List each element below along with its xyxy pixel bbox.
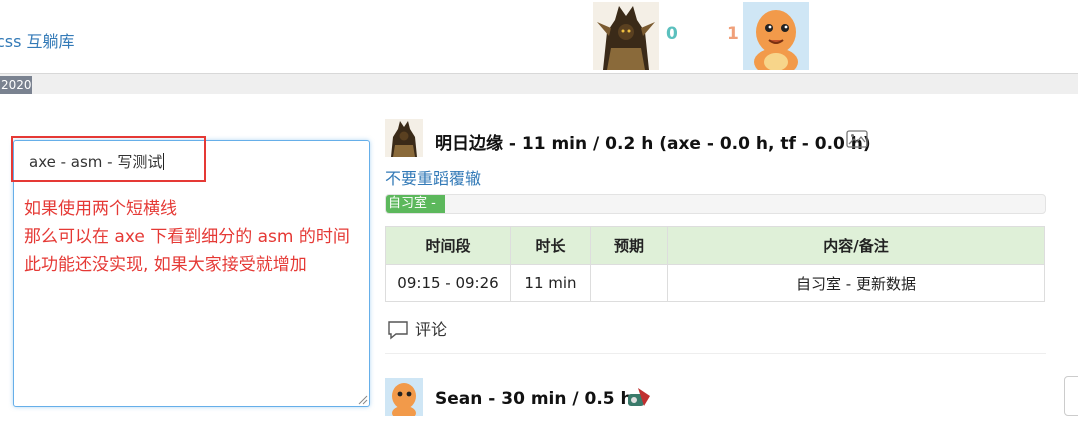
cell-period: 09:15 - 09:26 bbox=[385, 264, 511, 302]
entry-goal-link[interactable]: 不要重蹈覆辙 bbox=[385, 165, 481, 189]
cell-duration: 11 min bbox=[510, 264, 591, 302]
side-button[interactable] bbox=[1064, 376, 1078, 416]
progress-bar: 自习室 - bbox=[385, 194, 1046, 214]
team-left-avatar[interactable] bbox=[593, 2, 659, 70]
entry-avatar[interactable] bbox=[385, 119, 423, 157]
entry-title: 明日边缘 - 11 min / 0.2 h (axe - 0.0 h, tf -… bbox=[435, 134, 871, 154]
col-header-duration: 时长 bbox=[510, 226, 591, 265]
annotation-line-2: 那么可以在 axe 下看到细分的 asm 的时间 bbox=[24, 227, 350, 247]
resize-handle-icon[interactable] bbox=[356, 393, 368, 405]
annotation-line-3: 此功能还没实现, 如果大家接受就增加 bbox=[24, 255, 307, 275]
entry-divider bbox=[385, 353, 1046, 354]
time-log-table: 时间段 时长 预期 内容/备注 09:15 - 09:26 11 min 自习室… bbox=[385, 226, 1045, 302]
col-header-expected: 预期 bbox=[590, 226, 668, 265]
cell-expected bbox=[590, 264, 668, 302]
team-left-score: 0 bbox=[666, 24, 678, 44]
team-right-score: 1 bbox=[727, 24, 739, 44]
annotation-line-1: 如果使用两个短横线 bbox=[24, 199, 177, 219]
top-navbar: css 互躺库 0 1 bbox=[0, 0, 1078, 76]
progress-bar-fill: 自习室 - bbox=[386, 195, 446, 213]
team-right-avatar[interactable] bbox=[743, 2, 809, 76]
comment-icon bbox=[388, 321, 408, 340]
image-icon[interactable] bbox=[846, 130, 868, 148]
entry-avatar[interactable] bbox=[385, 378, 423, 420]
gear-avatar-icon bbox=[628, 388, 650, 406]
entry-title: Sean - 30 min / 0.5 h bbox=[435, 389, 633, 409]
comment-label: 评论 bbox=[415, 320, 448, 339]
year-badge: 2020 bbox=[0, 76, 32, 94]
comment-button[interactable]: 评论 bbox=[387, 316, 447, 340]
header-strip bbox=[0, 74, 1078, 94]
highlight-box bbox=[11, 136, 206, 182]
brand-link[interactable]: css 互躺库 bbox=[0, 28, 75, 52]
table-row: 09:15 - 09:26 11 min 自习室 - 更新数据 bbox=[385, 264, 1045, 302]
col-header-content: 内容/备注 bbox=[667, 226, 1045, 265]
col-header-period: 时间段 bbox=[385, 226, 511, 265]
cell-content: 自习室 - 更新数据 bbox=[667, 264, 1045, 302]
